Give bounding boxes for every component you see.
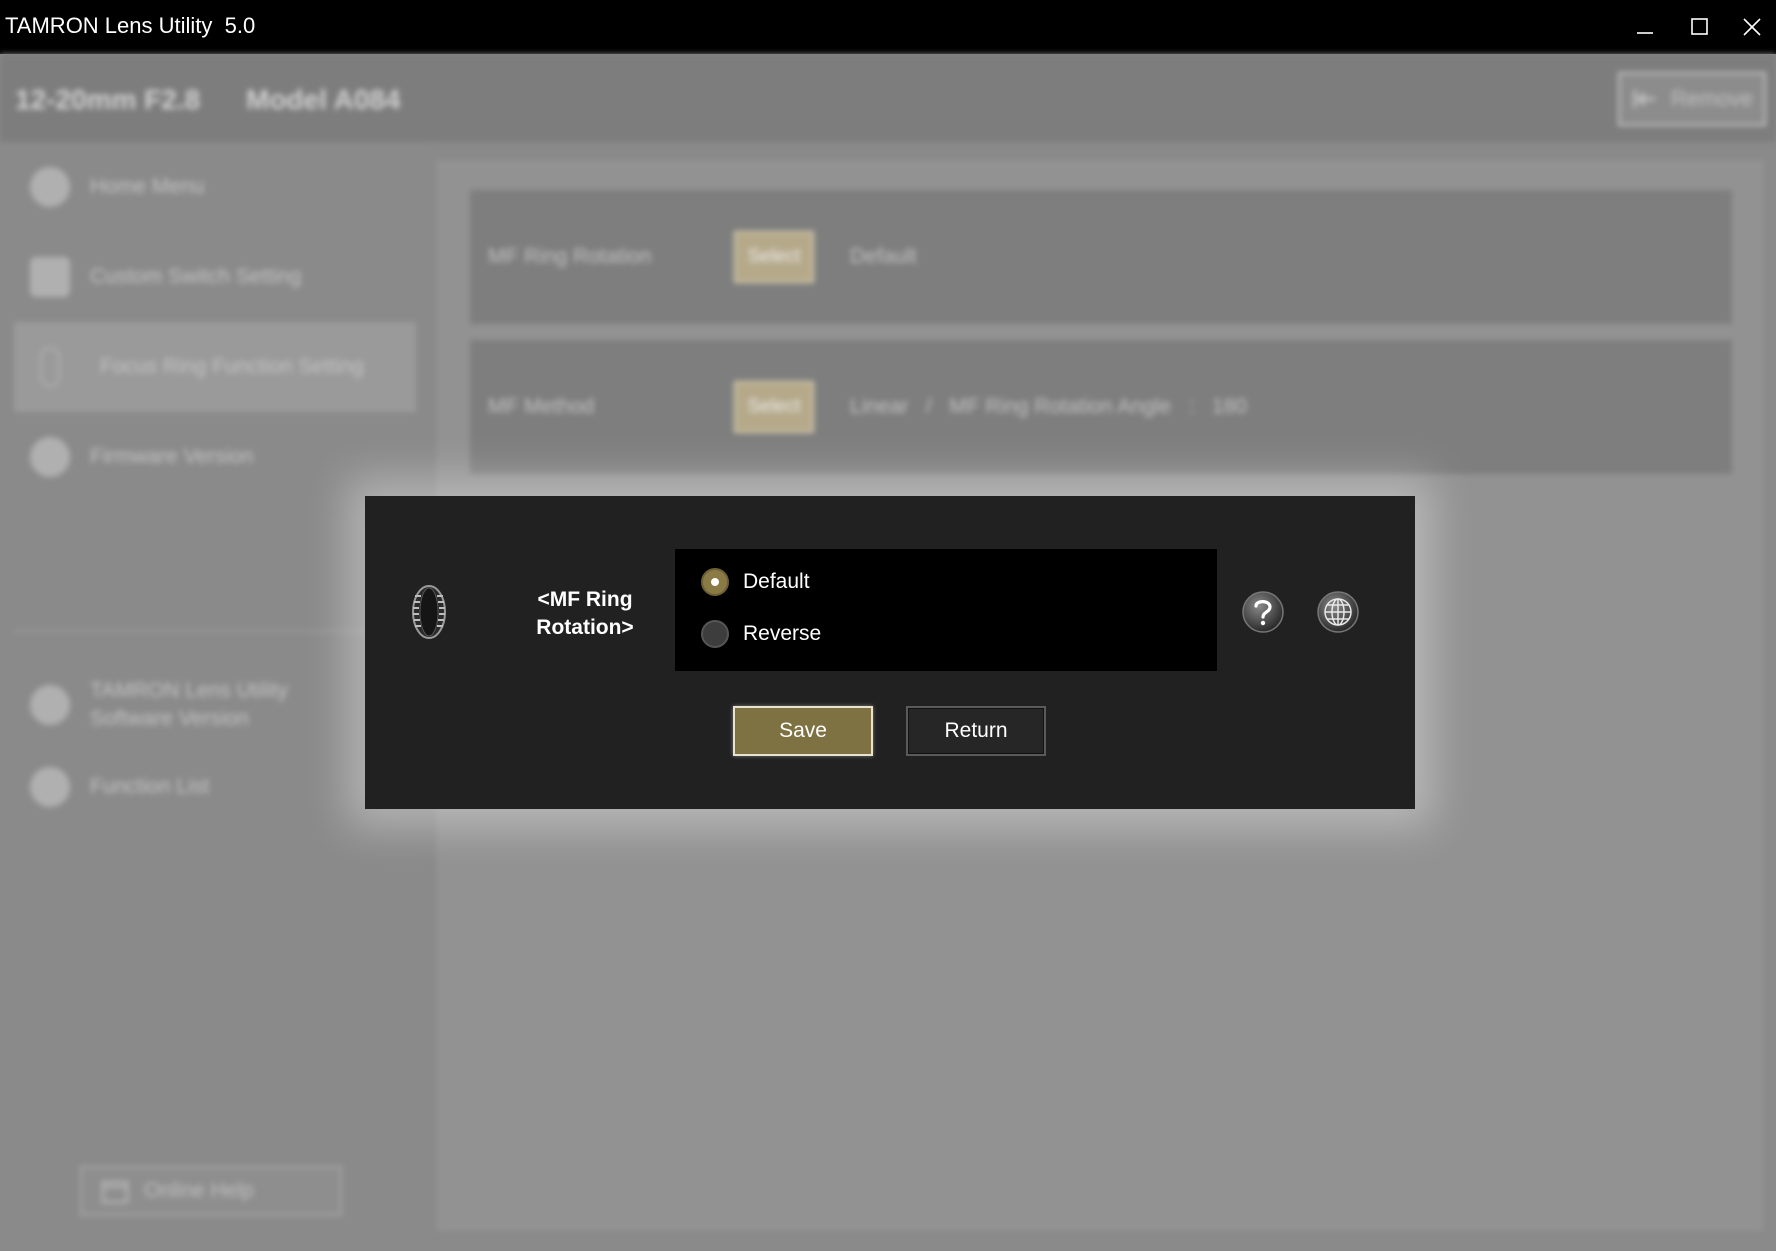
sidebar-item-focus-ring[interactable]: Focus Ring Function Setting — [14, 322, 416, 412]
setting-label: MF Ring Rotation — [488, 245, 652, 268]
select-button[interactable]: Select — [734, 231, 814, 283]
switch-icon — [30, 257, 70, 297]
focus-ring-icon — [40, 347, 60, 387]
rotation-options: Default Reverse — [675, 549, 1217, 671]
remove-icon — [1633, 90, 1656, 108]
radio-unselected-icon[interactable] — [701, 620, 729, 648]
dialog-title-line2: Rotation> — [536, 616, 634, 639]
sidebar-item-home-menu[interactable]: Home Menu — [14, 142, 416, 232]
online-help-button[interactable]: Online Help — [80, 1166, 342, 1216]
lens-name: 12-20mm F2.8 — [15, 84, 201, 115]
setting-value: Default — [850, 245, 917, 268]
setting-value: Linear / MF Ring Rotation Angle : 180 — [850, 395, 1247, 418]
mf-ring-rotation-dialog: <MF Ring Rotation> Default Reverse Save … — [365, 496, 1415, 809]
firmware-icon — [30, 437, 70, 477]
maximize-button[interactable] — [1673, 0, 1727, 54]
sidebar-item-custom-switch[interactable]: Custom Switch Setting — [14, 232, 416, 322]
app-title: TAMRON Lens Utility 5.0 — [5, 13, 256, 38]
close-icon — [1743, 18, 1761, 36]
calendar-icon — [102, 1181, 128, 1203]
dialog-title-line1: <MF Ring — [537, 588, 633, 611]
option-label: Default — [743, 570, 810, 593]
radio-selected-icon[interactable] — [701, 568, 729, 596]
select-button[interactable]: Select — [734, 381, 814, 433]
help-icon[interactable] — [1241, 590, 1285, 634]
home-icon — [30, 167, 70, 207]
sidebar-item-label: Focus Ring Function Setting — [100, 355, 364, 378]
sidebar-item-software-version[interactable]: TAMRON Lens Utility Software Version — [14, 660, 416, 750]
list-icon — [30, 767, 70, 807]
option-default[interactable]: Default — [701, 568, 810, 596]
remove-button[interactable]: Remove — [1618, 72, 1766, 126]
sidebar-item-label: Firmware Version — [90, 445, 254, 468]
sidebar-item-label: Function List — [90, 775, 210, 798]
globe-icon[interactable] — [1316, 590, 1360, 634]
setting-row-mf-method: MF Method Select Linear / MF Ring Rotati… — [470, 340, 1732, 474]
focus-ring-icon — [412, 585, 446, 639]
setting-row-mf-ring-rotation: MF Ring Rotation Select Default — [470, 190, 1732, 324]
title-bar: TAMRON Lens Utility 5.0 — [0, 0, 1776, 54]
return-button[interactable]: Return — [906, 706, 1046, 756]
info-icon — [30, 685, 70, 725]
maximize-icon — [1691, 18, 1708, 35]
sidebar-item-function-list[interactable]: Function List — [14, 742, 416, 832]
setting-label: MF Method — [488, 395, 595, 418]
minimize-icon — [1637, 32, 1653, 34]
sidebar-item-label: Home Menu — [90, 175, 205, 198]
minimize-button[interactable] — [1618, 0, 1672, 54]
sidebar-item-firmware[interactable]: Firmware Version — [14, 412, 416, 502]
sidebar-item-label: TAMRON Lens Utility Software Version — [90, 679, 288, 730]
lens-model: Model A084 — [246, 84, 401, 115]
sidebar-divider — [14, 630, 416, 632]
option-reverse[interactable]: Reverse — [701, 620, 821, 648]
online-help-label: Online Help — [144, 1179, 254, 1202]
dialog-title: <MF Ring Rotation> — [485, 586, 685, 642]
close-button[interactable] — [1725, 0, 1776, 54]
save-button[interactable]: Save — [733, 706, 873, 756]
lens-header: 12-20mm F2.8 Model A084 Remove — [0, 54, 1776, 142]
option-label: Reverse — [743, 622, 822, 645]
remove-label: Remove — [1671, 86, 1753, 111]
sidebar-item-label: Custom Switch Setting — [90, 265, 302, 288]
